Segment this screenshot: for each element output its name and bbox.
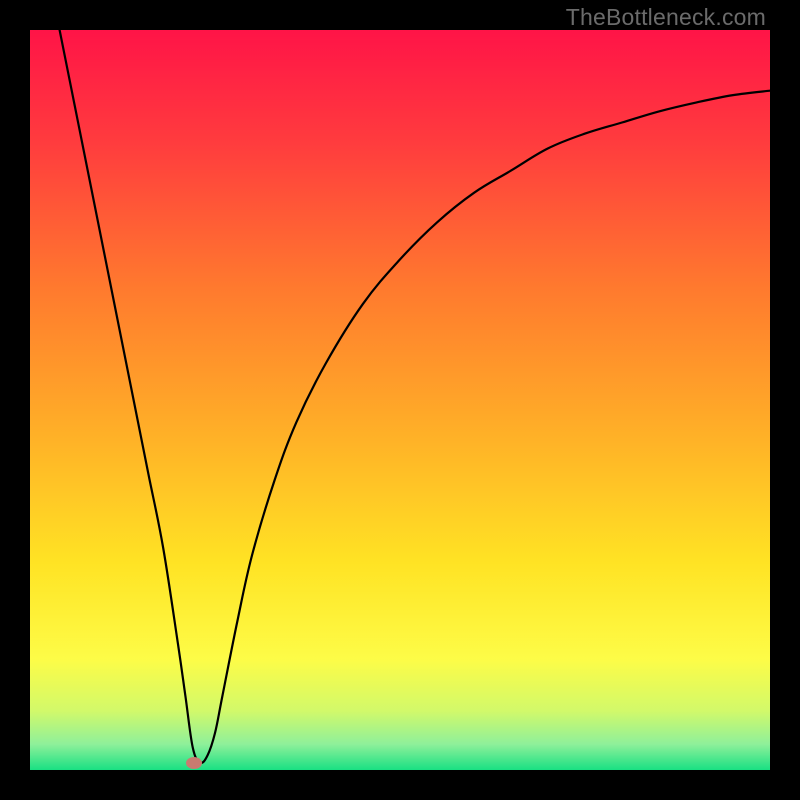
gradient-background	[30, 30, 770, 770]
watermark-text: TheBottleneck.com	[566, 4, 766, 31]
plot-svg	[30, 30, 770, 770]
chart-frame	[30, 30, 770, 770]
optimal-point-marker	[186, 757, 202, 769]
